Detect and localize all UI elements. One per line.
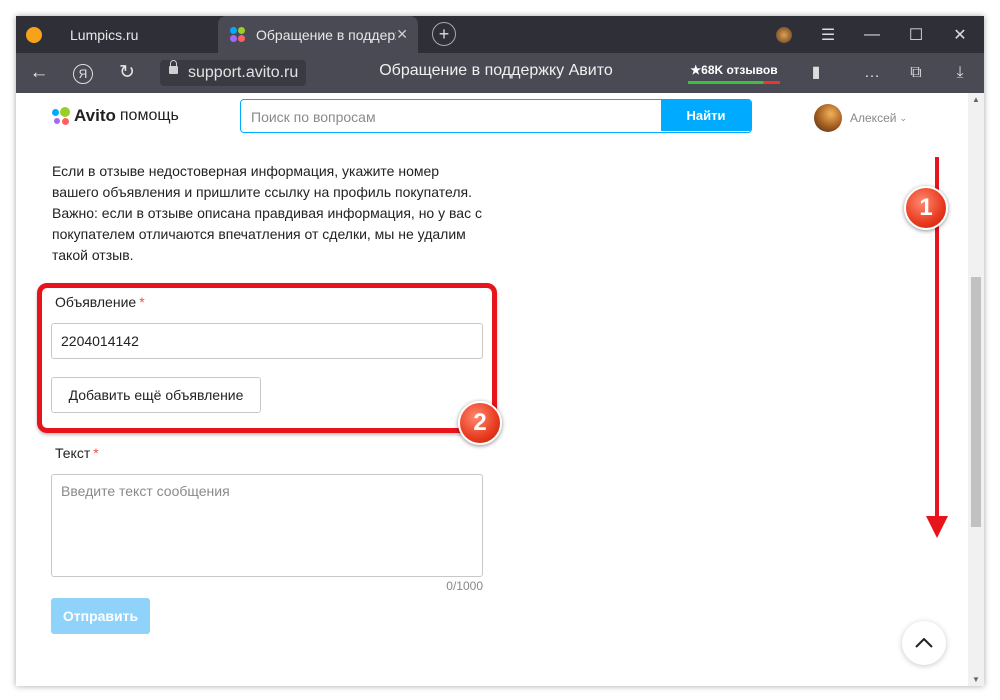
annotation-badge-2: 2 <box>458 401 502 445</box>
scroll-annotation-arrow-icon <box>926 157 948 538</box>
annotation-badge-1: 1 <box>904 186 948 230</box>
browser-window: Lumpics.ru Обращение в поддерж ✕ + ☰ — ☐… <box>16 16 984 686</box>
